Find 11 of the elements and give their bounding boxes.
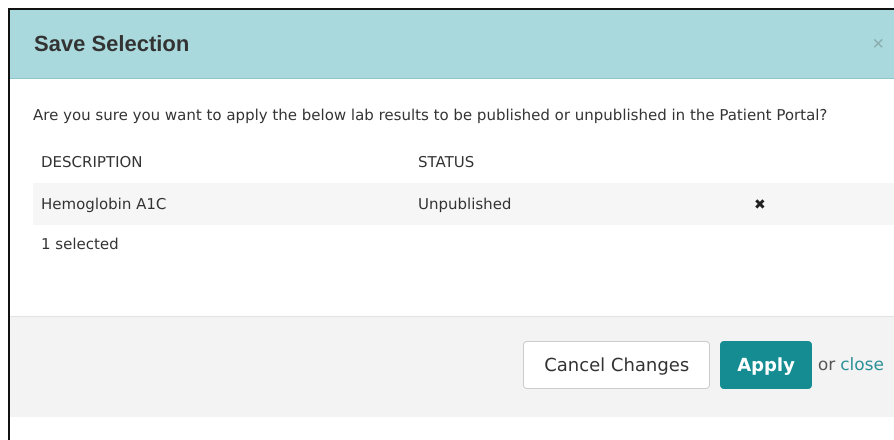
- table-cell-text: Unpublished: [418, 195, 512, 213]
- table-cell-text: Hemoglobin A1C: [41, 195, 168, 213]
- confirmation-message: Are you sure you want to apply the below lab results to be published or unpublished in the Patient Portal?: [33, 105, 828, 126]
- or-text: or: [818, 354, 836, 377]
- cancel-button[interactable]: Cancel Changes: [523, 341, 710, 389]
- apply-button[interactable]: Apply: [720, 341, 812, 389]
- selection-count: 1 selected: [40, 234, 120, 253]
- dialog-title: Save Selection: [34, 31, 190, 57]
- column-header: DESCRIPTION: [41, 153, 144, 171]
- column-header: STATUS: [418, 153, 476, 171]
- close-link[interactable]: close: [840, 341, 884, 389]
